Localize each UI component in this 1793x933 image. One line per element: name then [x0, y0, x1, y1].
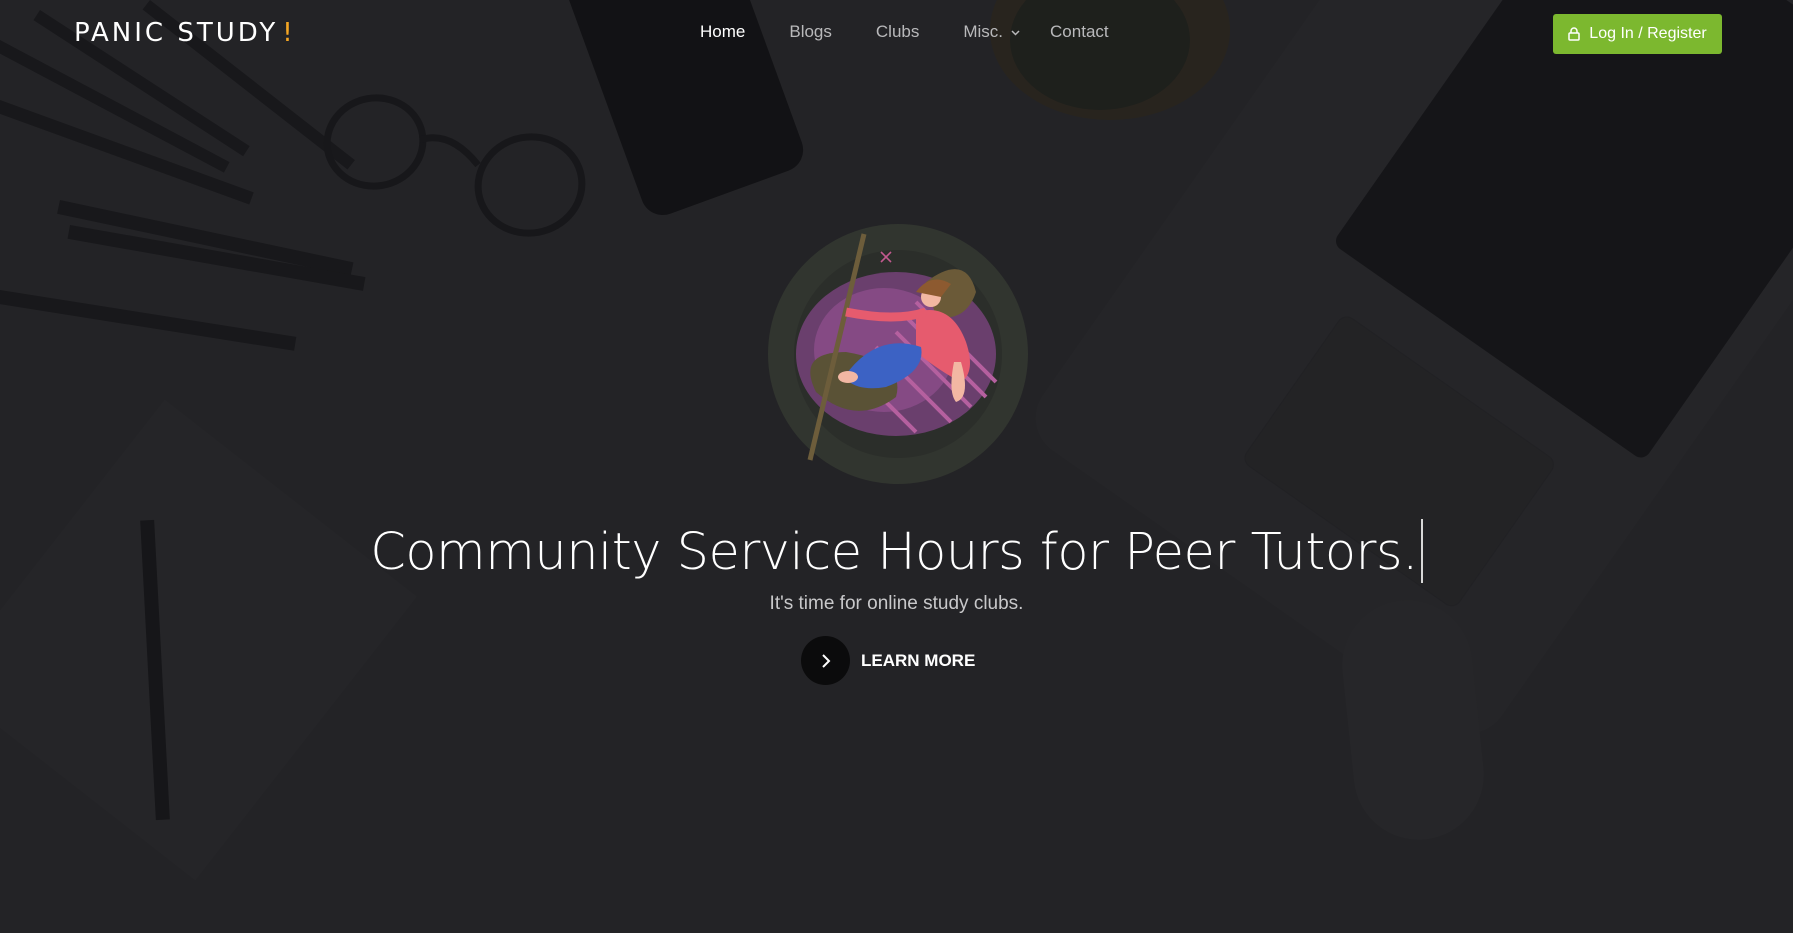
- top-navbar: PANIC STUDY! Home Blogs Clubs Misc. Cont…: [0, 0, 1793, 68]
- hero-headline: Community Service Hours for Peer Tutors.: [0, 519, 1793, 583]
- lock-icon: [1568, 27, 1581, 41]
- nav-item-misc-label: Misc.: [963, 22, 1004, 41]
- login-register-label: Log In / Register: [1589, 25, 1707, 42]
- learn-more-circle: [801, 636, 850, 685]
- nav-item-clubs[interactable]: Clubs: [876, 22, 919, 42]
- typing-caret: [1420, 519, 1423, 583]
- brand-logo[interactable]: PANIC STUDY!: [74, 18, 296, 48]
- hero-subtitle: It's time for online study clubs.: [769, 593, 1024, 614]
- nav-item-home[interactable]: Home: [700, 22, 745, 42]
- learn-more-button[interactable]: LEARN MORE: [801, 636, 975, 685]
- nav-links: Home Blogs Clubs Misc. Contact: [700, 22, 1109, 42]
- nav-item-contact[interactable]: Contact: [1050, 22, 1109, 42]
- chevron-down-icon: [1011, 25, 1020, 39]
- nav-item-blogs[interactable]: Blogs: [789, 22, 832, 42]
- hero-illustration: [766, 222, 1030, 486]
- nav-item-misc[interactable]: Misc.: [963, 22, 1020, 42]
- chevron-right-icon: [821, 653, 830, 668]
- hero-headline-text: Community Service Hours for Peer Tutors.: [370, 523, 1418, 582]
- brand-name: PANIC STUDY: [74, 18, 279, 48]
- learn-more-label: LEARN MORE: [861, 650, 976, 670]
- brand-accent: !: [282, 18, 296, 48]
- login-register-button[interactable]: Log In / Register: [1553, 14, 1722, 54]
